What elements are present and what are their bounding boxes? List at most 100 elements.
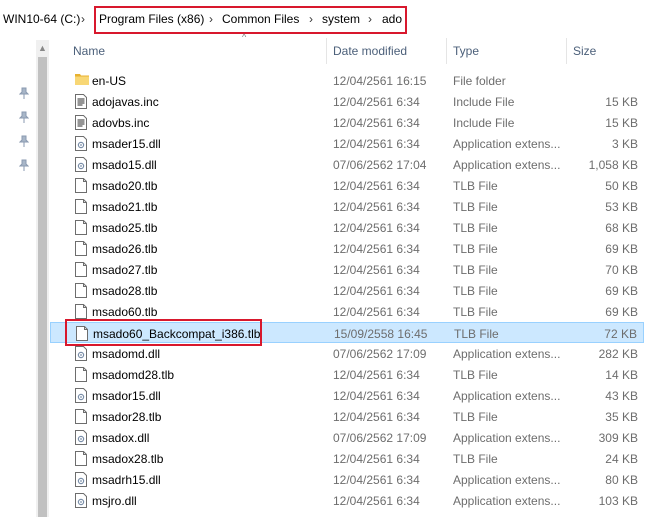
file-row[interactable]: msador15.dll 12/04/2561 6:34 Application e… xyxy=(50,385,644,406)
file-type: Application extens... xyxy=(453,347,561,361)
file-date: 12/04/2561 6:34 xyxy=(333,179,420,193)
file-name: msado20.tlb xyxy=(92,179,158,193)
dll-file-icon xyxy=(75,493,87,508)
dll-file-icon xyxy=(75,430,87,445)
file-row[interactable]: msjro.dll 12/04/2561 6:34 Application exte… xyxy=(50,490,644,511)
file-name: msador15.dll xyxy=(92,389,161,403)
pin-icon[interactable] xyxy=(19,159,29,171)
file-type: Include File xyxy=(453,95,515,109)
file-date: 12/04/2561 6:34 xyxy=(333,368,420,382)
file-row[interactable]: msado20.tlb 12/04/2561 6:34 TLB File 50 KB xyxy=(50,175,644,196)
file-type: TLB File xyxy=(453,221,498,235)
file-size: 35 KB xyxy=(605,410,638,424)
blank-file-icon xyxy=(75,451,87,466)
blank-file-icon xyxy=(75,262,87,277)
file-row[interactable]: msadox28.tlb 12/04/2561 6:34 TLB File 24 KB xyxy=(50,448,644,469)
file-size: 70 KB xyxy=(605,263,638,277)
file-row[interactable]: msado25.tlb 12/04/2561 6:34 TLB File 68 KB xyxy=(50,217,644,238)
dll-file-icon xyxy=(75,472,87,487)
column-divider[interactable] xyxy=(566,38,567,64)
column-size[interactable]: Size xyxy=(573,44,596,58)
file-date: 12/04/2561 6:34 xyxy=(333,263,420,277)
file-row[interactable]: msadomd.dll 07/06/2562 17:09 Application e… xyxy=(50,343,644,364)
file-row[interactable]: adovbs.inc 12/04/2561 6:34 Include File 15 … xyxy=(50,112,644,133)
file-size: 72 KB xyxy=(604,327,637,341)
file-size: 24 KB xyxy=(605,452,638,466)
file-date: 12/04/2561 6:34 xyxy=(333,116,420,130)
file-row[interactable]: en-US 12/04/2561 16:15 File folder xyxy=(50,70,644,91)
file-row[interactable]: msado21.tlb 12/04/2561 6:34 TLB File 53 KB xyxy=(50,196,644,217)
file-size: 80 KB xyxy=(605,473,638,487)
breadcrumb-root[interactable]: WIN10-64 (C:) xyxy=(3,12,80,26)
file-row[interactable]: msado26.tlb 12/04/2561 6:34 TLB File 69 KB xyxy=(50,238,644,259)
file-type: Include File xyxy=(453,116,515,130)
blank-file-icon xyxy=(75,199,87,214)
pin-icon[interactable] xyxy=(19,111,29,123)
file-name: adojavas.inc xyxy=(92,95,159,109)
file-name: en-US xyxy=(92,74,127,88)
file-name: msadrh15.dll xyxy=(92,473,161,487)
file-date: 12/04/2561 6:34 xyxy=(333,95,420,109)
dll-file-icon xyxy=(75,136,87,151)
file-date: 12/04/2561 6:34 xyxy=(333,305,420,319)
file-name: msader15.dll xyxy=(92,137,161,151)
scrollbar-thumb[interactable] xyxy=(38,57,47,517)
file-row[interactable]: msador28.tlb 12/04/2561 6:34 TLB File 35 KB xyxy=(50,406,644,427)
file-type: TLB File xyxy=(453,305,498,319)
scroll-up-arrow-icon[interactable]: ▲ xyxy=(38,43,47,53)
file-type: Application extens... xyxy=(453,431,561,445)
file-row[interactable]: msadrh15.dll 12/04/2561 6:34 Application e… xyxy=(50,469,644,490)
file-size: 50 KB xyxy=(605,179,638,193)
breadcrumb-separator[interactable]: › xyxy=(81,12,85,26)
column-date-modified[interactable]: Date modified xyxy=(333,44,407,58)
file-name: msjro.dll xyxy=(92,494,137,508)
file-size: 309 KB xyxy=(598,431,638,445)
file-date: 07/06/2562 17:09 xyxy=(333,431,427,445)
text-file-icon xyxy=(75,94,87,109)
file-row[interactable]: msadox.dll 07/06/2562 17:09 Application ex… xyxy=(50,427,644,448)
file-name: msadox28.tlb xyxy=(92,452,164,466)
file-row[interactable]: msadomd28.tlb 12/04/2561 6:34 TLB File 14 K… xyxy=(50,364,644,385)
path-highlight-box xyxy=(94,6,407,34)
file-date: 12/04/2561 6:34 xyxy=(333,137,420,151)
folder-icon xyxy=(75,73,89,88)
file-size: 68 KB xyxy=(605,221,638,235)
file-size: 69 KB xyxy=(605,284,638,298)
file-date: 07/06/2562 17:04 xyxy=(333,158,427,172)
column-header: ^ Name Date modified Type Size xyxy=(50,32,652,64)
file-date: 07/06/2562 17:09 xyxy=(333,347,427,361)
column-type[interactable]: Type xyxy=(453,44,479,58)
file-type: Application extens... xyxy=(453,389,561,403)
file-type: TLB File xyxy=(453,200,498,214)
navigation-pane xyxy=(0,38,35,517)
vertical-scrollbar[interactable]: ▲ xyxy=(36,40,49,517)
dll-file-icon xyxy=(75,157,87,172)
file-size: 15 KB xyxy=(605,95,638,109)
file-name: msador28.tlb xyxy=(92,410,162,424)
file-row[interactable]: msado15.dll 07/06/2562 17:04 Application e… xyxy=(50,154,644,175)
file-date: 12/04/2561 6:34 xyxy=(333,284,420,298)
file-type: Application extens... xyxy=(453,494,561,508)
file-row[interactable]: msado28.tlb 12/04/2561 6:34 TLB File 69 KB xyxy=(50,280,644,301)
file-type: TLB File xyxy=(453,410,498,424)
column-name[interactable]: Name xyxy=(73,44,105,58)
file-date: 12/04/2561 16:15 xyxy=(333,74,427,88)
file-name: msado15.dll xyxy=(92,158,157,172)
file-row[interactable]: adojavas.inc 12/04/2561 6:34 Include File 1… xyxy=(50,91,644,112)
column-divider[interactable] xyxy=(446,38,447,64)
pin-icon[interactable] xyxy=(19,135,29,147)
file-name: msado21.tlb xyxy=(92,200,158,214)
file-type: TLB File xyxy=(453,368,498,382)
pin-icon[interactable] xyxy=(19,87,29,99)
file-name: msado60.tlb xyxy=(92,305,158,319)
address-bar[interactable]: WIN10-64 (C:) › Program Files (x86) › Co… xyxy=(0,0,652,38)
blank-file-icon xyxy=(75,178,87,193)
file-type: TLB File xyxy=(454,327,499,341)
column-divider[interactable] xyxy=(326,38,327,64)
file-date: 12/04/2561 6:34 xyxy=(333,221,420,235)
file-date: 12/04/2561 6:34 xyxy=(333,410,420,424)
file-row[interactable]: msado27.tlb 12/04/2561 6:34 TLB File 70 KB xyxy=(50,259,644,280)
file-row[interactable]: msader15.dll 12/04/2561 6:34 Application e… xyxy=(50,133,644,154)
file-size: 15 KB xyxy=(605,116,638,130)
file-type: TLB File xyxy=(453,284,498,298)
